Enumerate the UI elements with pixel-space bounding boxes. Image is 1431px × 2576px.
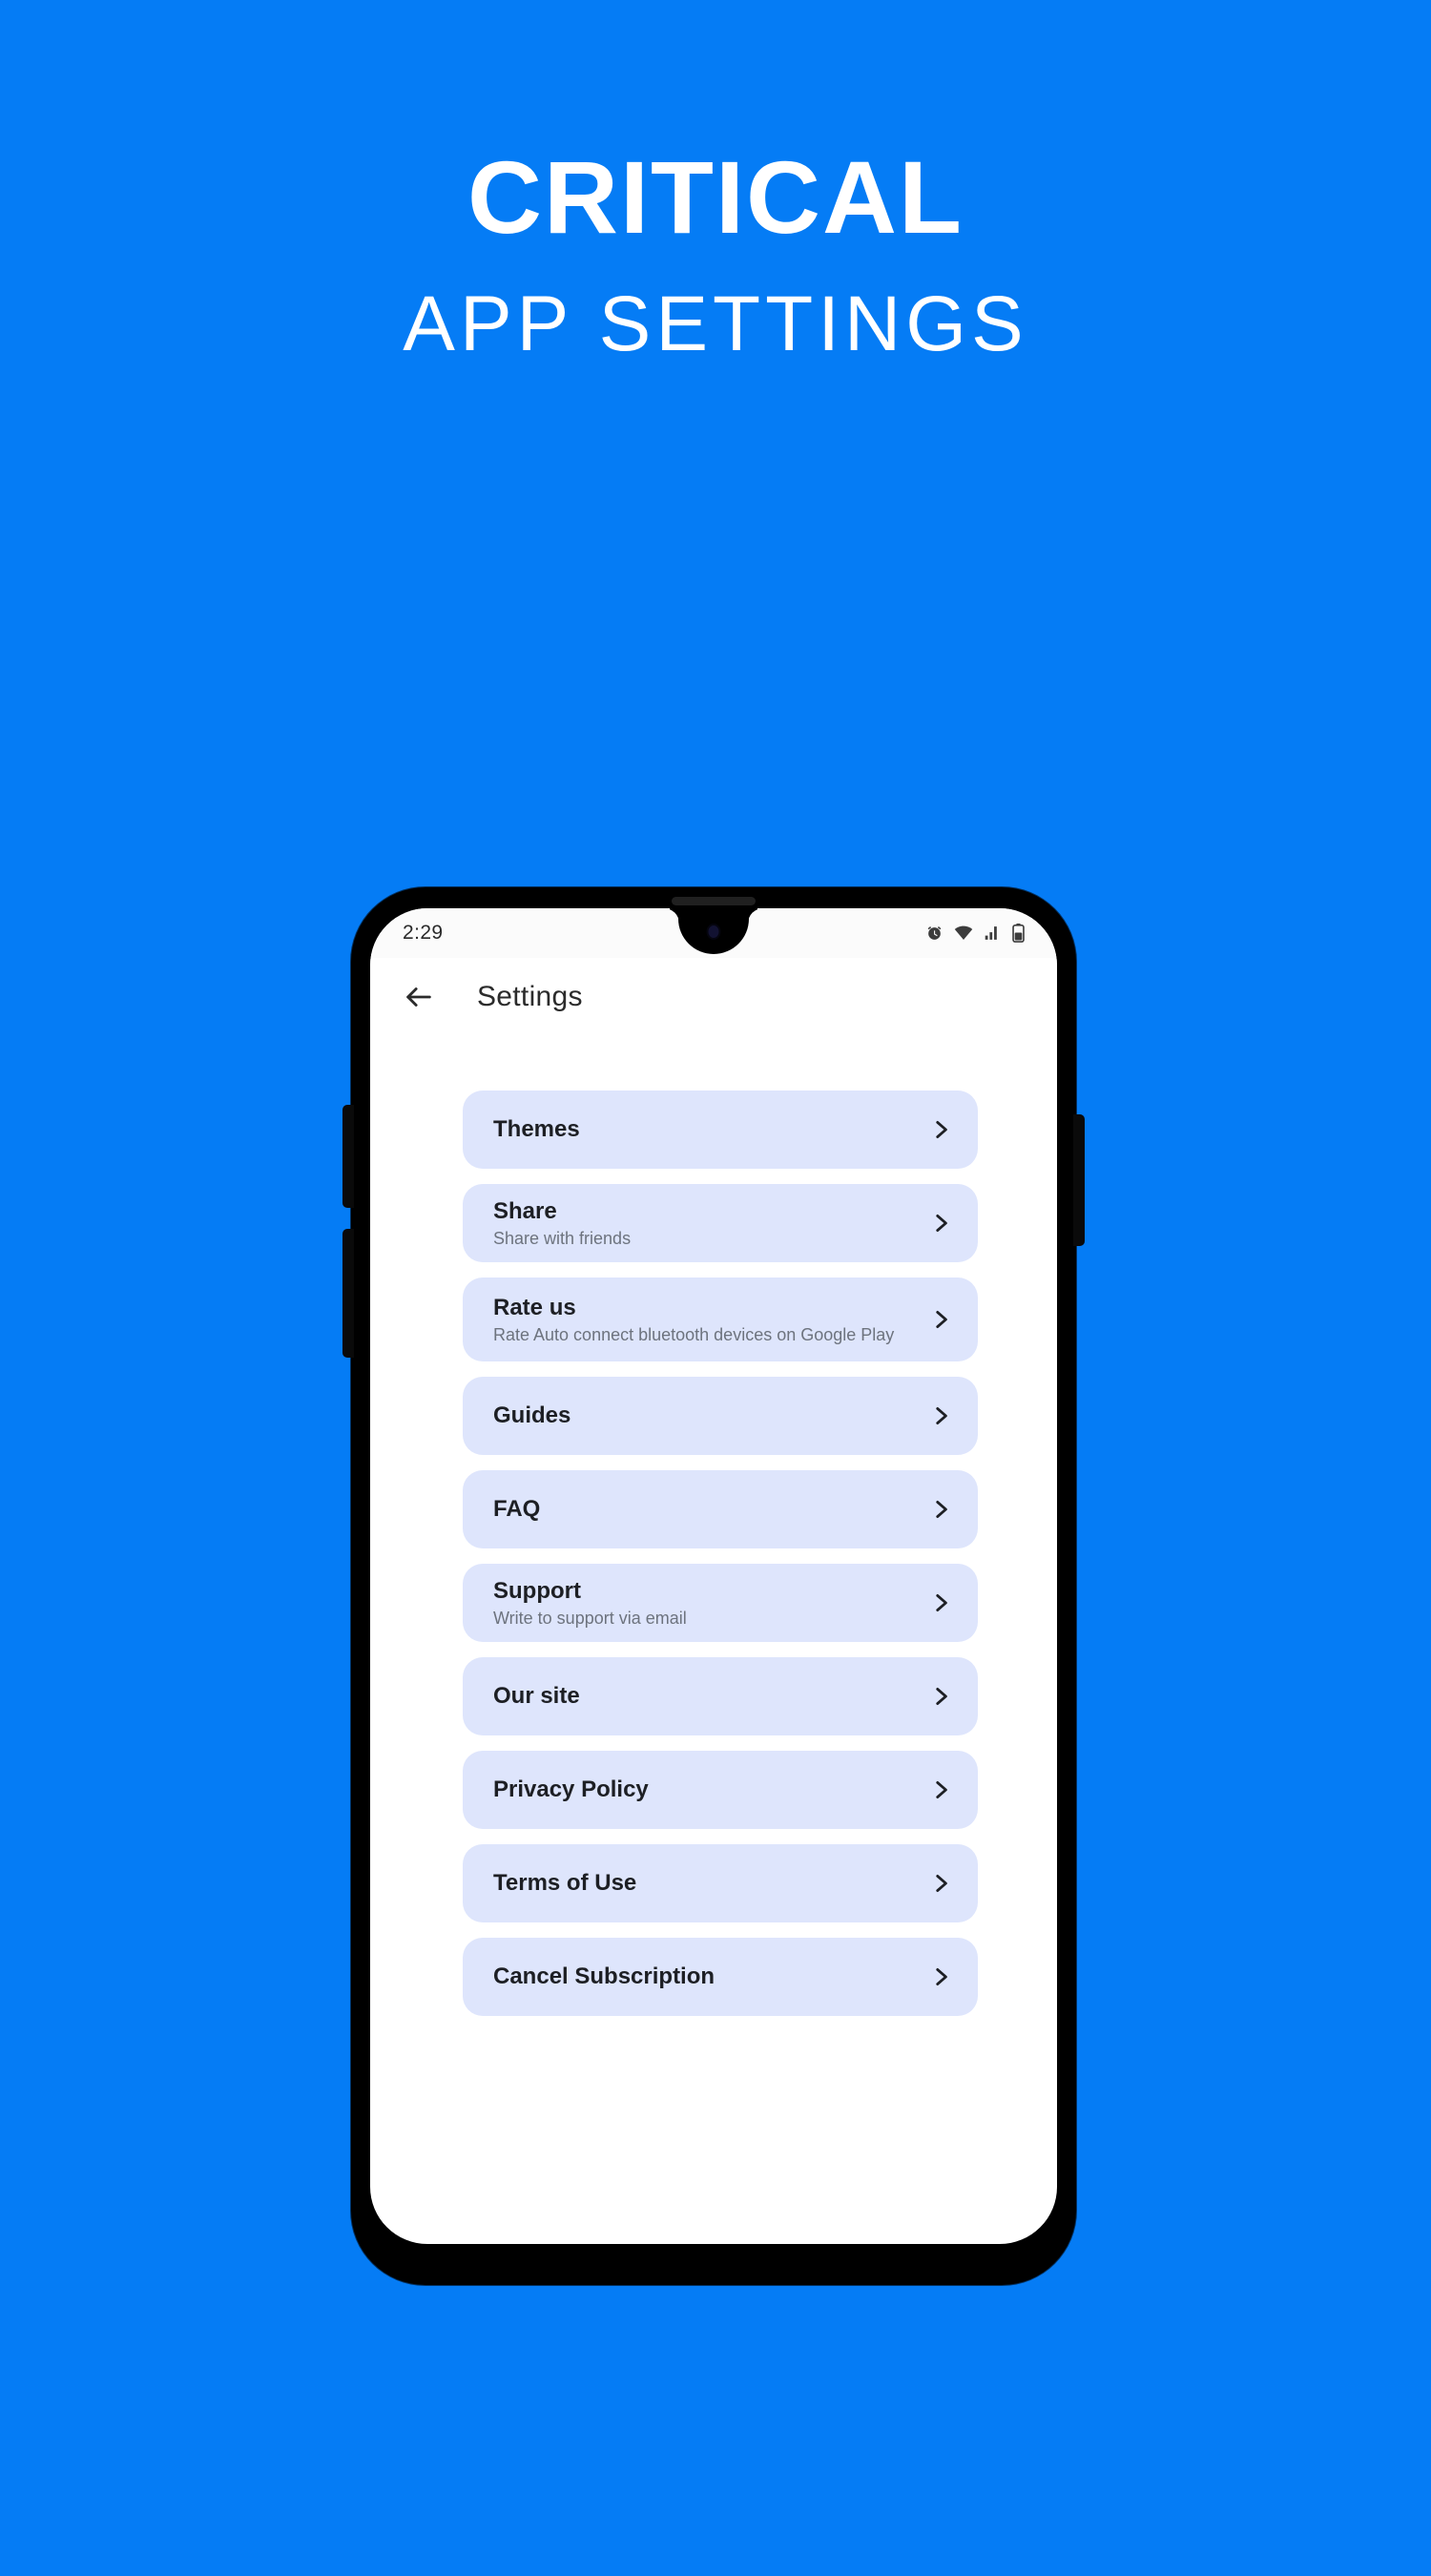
wifi-icon xyxy=(954,924,973,942)
headline-line-1: CRITICAL xyxy=(467,139,964,255)
setting-row-subtitle: Write to support via email xyxy=(493,1608,687,1628)
setting-row-text: Rate us Rate Auto connect bluetooth devic… xyxy=(493,1294,909,1346)
setting-row-title: Rate us xyxy=(493,1294,576,1320)
chevron-right-icon xyxy=(928,1964,953,1989)
signal-icon xyxy=(984,924,1002,942)
alarm-icon xyxy=(925,924,944,943)
headline-line-2: APP SETTINGS xyxy=(403,280,1028,368)
setting-row-text: FAQ xyxy=(493,1495,555,1523)
setting-row-subtitle: Rate Auto connect bluetooth devices on G… xyxy=(493,1324,895,1344)
status-icon-group xyxy=(925,924,1025,943)
front-camera-icon xyxy=(706,924,721,940)
promo-headline: CRITICAL APP SETTINGS xyxy=(0,143,1431,372)
back-arrow-icon[interactable] xyxy=(403,981,435,1013)
chevron-right-icon xyxy=(928,1403,953,1428)
setting-row-title: Terms of Use xyxy=(493,1870,637,1897)
setting-row-text: Support Write to support via email xyxy=(493,1577,702,1630)
setting-row-title: Cancel Subscription xyxy=(493,1963,716,1990)
setting-row-faq[interactable]: FAQ xyxy=(463,1470,978,1548)
chevron-right-icon xyxy=(928,1777,953,1802)
earpiece-speaker xyxy=(672,897,756,905)
setting-row-text: Our site xyxy=(493,1682,595,1710)
setting-row-text: Share Share with friends xyxy=(493,1197,646,1250)
power-button[interactable] xyxy=(1073,1114,1085,1246)
setting-row-text: Cancel Subscription xyxy=(493,1963,730,1990)
setting-row-text: Guides xyxy=(493,1402,586,1429)
setting-row-support[interactable]: Support Write to support via email xyxy=(463,1564,978,1642)
setting-row-title: Share xyxy=(493,1197,557,1224)
app-bar: Settings xyxy=(370,958,1057,1036)
setting-row-privacy-policy[interactable]: Privacy Policy xyxy=(463,1751,978,1829)
chevron-right-icon xyxy=(928,1307,953,1332)
setting-row-title: Support xyxy=(493,1577,581,1604)
chevron-right-icon xyxy=(928,1871,953,1896)
battery-icon xyxy=(1012,924,1025,943)
volume-down-button[interactable] xyxy=(342,1229,354,1358)
chevron-right-icon xyxy=(928,1211,953,1236)
chevron-right-icon xyxy=(928,1590,953,1615)
setting-row-themes[interactable]: Themes xyxy=(463,1091,978,1169)
setting-row-title: FAQ xyxy=(493,1496,541,1523)
status-time: 2:29 xyxy=(403,922,444,944)
chevron-right-icon xyxy=(928,1684,953,1709)
setting-row-text: Terms of Use xyxy=(493,1869,652,1897)
setting-row-title: Privacy Policy xyxy=(493,1776,649,1803)
chevron-right-icon xyxy=(928,1117,953,1142)
setting-row-share[interactable]: Share Share with friends xyxy=(463,1184,978,1262)
setting-row-title: Guides xyxy=(493,1402,571,1429)
chevron-right-icon xyxy=(928,1497,953,1522)
setting-row-terms-of-use[interactable]: Terms of Use xyxy=(463,1844,978,1922)
volume-up-button[interactable] xyxy=(342,1105,354,1208)
setting-row-our-site[interactable]: Our site xyxy=(463,1657,978,1735)
setting-row-title: Themes xyxy=(493,1116,580,1143)
setting-row-rate-us[interactable]: Rate us Rate Auto connect bluetooth devic… xyxy=(463,1278,978,1361)
setting-row-subtitle: Share with friends xyxy=(493,1228,632,1248)
page-title: Settings xyxy=(477,981,583,1012)
settings-list: Themes Share Share with friends Rate us Rate… xyxy=(463,1091,978,2031)
setting-row-cancel-subscription[interactable]: Cancel Subscription xyxy=(463,1938,978,2016)
setting-row-text: Privacy Policy xyxy=(493,1776,664,1803)
setting-row-text: Themes xyxy=(493,1115,595,1143)
setting-row-title: Our site xyxy=(493,1683,580,1710)
setting-row-guides[interactable]: Guides xyxy=(463,1377,978,1455)
